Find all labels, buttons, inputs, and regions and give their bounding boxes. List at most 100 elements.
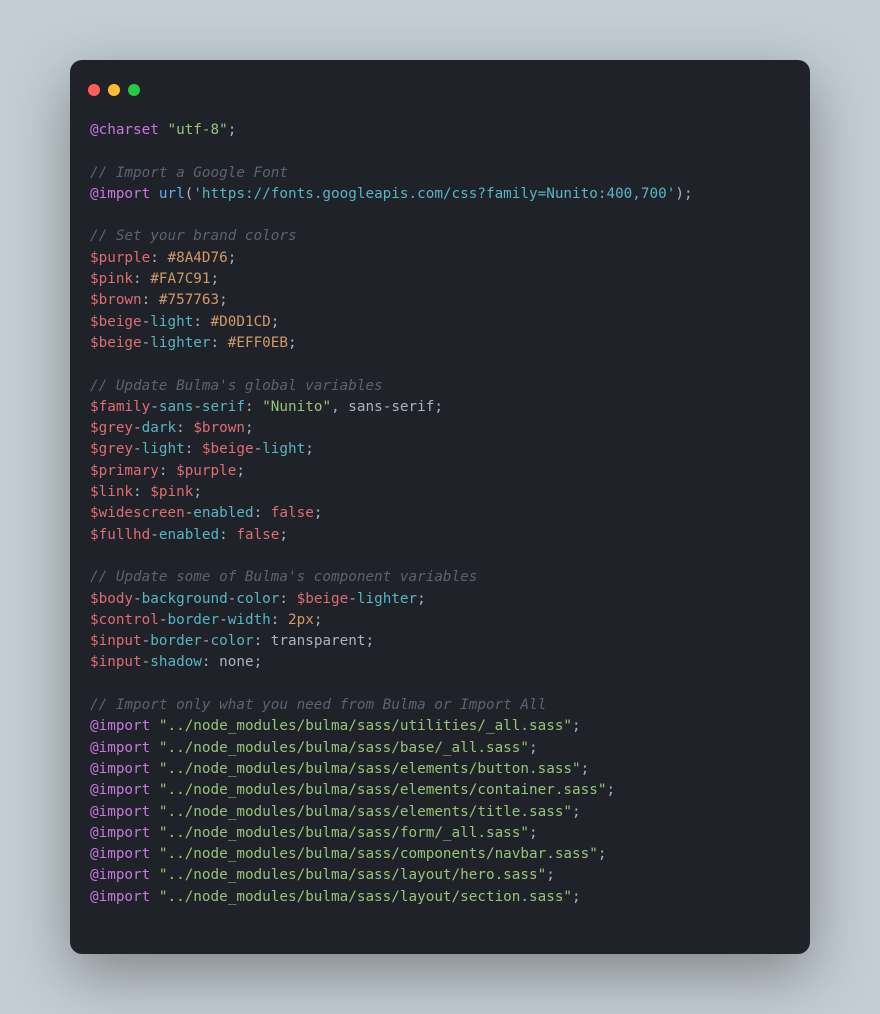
code-line: @import "../node_modules/bulma/sass/layo… [90,889,581,905]
token-ident: transparent [271,633,366,649]
token-var: $link [90,484,133,500]
token-punc: - [133,591,142,607]
token-key: dark [142,420,176,436]
token-comment: // Set your brand colors [90,228,297,244]
token-key: enabled [159,527,219,543]
code-window: @charset "utf-8"; // Import a Google Fon… [70,60,810,954]
token-punc: ; [572,804,581,820]
token-comment: // Update some of Bulma's component vari… [90,569,477,585]
token-punc: ; [271,314,280,330]
token-at: @import [90,761,150,777]
code-line: $input-shadow: none; [90,654,262,670]
token-var: $purple [90,250,150,266]
token-var: $pink [150,484,193,500]
code-line: $family-sans-serif: "Nunito", sans-serif… [90,399,443,415]
token-punc: ; [314,505,323,521]
zoom-icon[interactable] [128,84,140,96]
token-var: $grey [90,441,133,457]
token-ident: sans [348,399,382,415]
token-num: #EFF0EB [228,335,288,351]
code-line: @import "../node_modules/bulma/sass/form… [90,825,538,841]
code-line: $grey-dark: $brown; [90,420,254,436]
minimize-icon[interactable] [108,84,120,96]
token-at: @import [90,889,150,905]
token-at: @import [90,740,150,756]
code-line: // Update some of Bulma's component vari… [90,569,477,585]
token-kw: false [236,527,279,543]
token-key: lighter [357,591,417,607]
token-var: $control [90,612,159,628]
token-key: width [228,612,271,628]
token-at: @import [90,804,150,820]
code-line: @charset "utf-8"; [90,122,236,138]
code-line: $body-background-color: $beige-lighter; [90,591,426,607]
token-at: @import [90,186,150,202]
token-punc [150,804,159,820]
token-punc: - [185,505,194,521]
token-str: "../node_modules/bulma/sass/elements/con… [159,782,607,798]
token-punc: - [142,633,151,649]
code-line: $pink: #FA7C91; [90,271,219,287]
token-punc [150,889,159,905]
token-var: $beige [202,441,254,457]
token-punc [150,740,159,756]
token-punc: : [176,420,193,436]
code-content[interactable]: @charset "utf-8"; // Import a Google Fon… [90,120,790,908]
token-punc: ; [529,825,538,841]
code-line: $control-border-width: 2px; [90,612,322,628]
token-comment: // Update Bulma's global variables [90,378,383,394]
code-line: $brown: #757763; [90,292,228,308]
code-line: @import "../node_modules/bulma/sass/elem… [90,782,615,798]
token-punc: - [219,612,228,628]
token-punc: : [185,441,202,457]
token-key: enabled [193,505,253,521]
token-key: border [150,633,202,649]
token-comment: // Import only what you need from Bulma … [90,697,546,713]
token-num: #8A4D76 [167,250,227,266]
token-fn: url [159,186,185,202]
close-icon[interactable] [88,84,100,96]
code-line: @import "../node_modules/bulma/sass/elem… [90,761,589,777]
token-ident: serif [391,399,434,415]
token-punc: ; [219,292,228,308]
token-punc: : [254,505,271,521]
token-var: $beige [90,314,142,330]
code-line: $purple: #8A4D76; [90,250,236,266]
token-punc: : [142,292,159,308]
token-punc: - [202,633,211,649]
token-key: border [167,612,219,628]
token-punc: ; [529,740,538,756]
token-comment: // Import a Google Font [90,165,288,181]
token-str: "Nunito" [262,399,331,415]
code-line: $widescreen-enabled: false; [90,505,322,521]
token-var: $brown [90,292,142,308]
token-punc: ; [598,846,607,862]
token-key: background [142,591,228,607]
token-at: @import [90,782,150,798]
token-punc: : [211,335,228,351]
token-punc: ; [546,867,555,883]
code-line: $grey-light: $beige-light; [90,441,314,457]
token-punc: ; [305,441,314,457]
token-punc: ; [606,782,615,798]
token-punc [150,761,159,777]
code-line: $primary: $purple; [90,463,245,479]
token-punc: ; [254,654,263,670]
token-str: "../node_modules/bulma/sass/elements/tit… [159,804,572,820]
token-punc [150,825,159,841]
token-var: $input [90,633,142,649]
token-punc: - [193,399,202,415]
token-str: "../node_modules/bulma/sass/utilities/_a… [159,718,572,734]
token-var: $beige [297,591,349,607]
code-line: $input-border-color: transparent; [90,633,374,649]
token-punc: ; [314,612,323,628]
token-str: "../node_modules/bulma/sass/elements/but… [159,761,581,777]
token-punc: : [159,463,176,479]
token-punc: ; [193,484,202,500]
token-var: $grey [90,420,133,436]
token-punc [150,186,159,202]
token-key: sans [159,399,193,415]
token-punc: ; [211,271,220,287]
code-line: @import url('https://fonts.googleapis.co… [90,186,693,202]
code-line: $link: $pink; [90,484,202,500]
